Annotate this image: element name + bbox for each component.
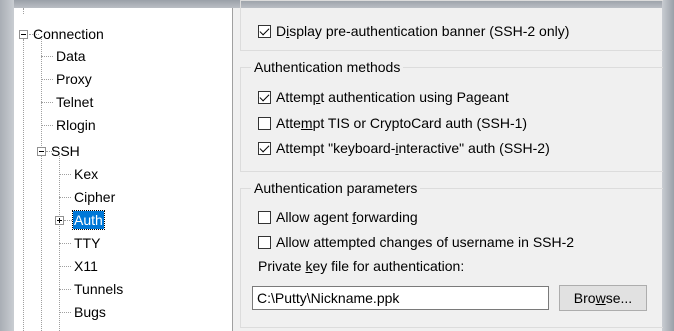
tree-connector [64,220,72,221]
username-changes-label: Allow attempted changes of username in S… [276,234,575,250]
tree-connector [59,174,71,175]
keyboard-interactive-label: Attempt "keyboard-interactive" auth (SSH… [276,140,550,156]
display-banner-label: Display pre-authentication banner (SSH-2… [276,23,570,39]
tree-item-cipher[interactable]: Cipher [73,188,116,206]
tree-connector [23,39,24,331]
private-key-input[interactable]: C:\Putty\Nickname.ppk [252,286,549,310]
pageant-checkbox[interactable] [258,90,271,104]
tree-item-bugs[interactable]: Bugs [73,303,107,321]
auth-params-title: Authentication parameters [251,179,421,197]
collapse-connection-icon[interactable] [19,30,28,39]
private-key-label: Private key file for authentication: [258,258,465,274]
tree-item-auth[interactable]: Auth [72,210,105,230]
tree-connector [41,156,42,331]
tree-connector [59,266,71,267]
tree-connector [41,56,53,57]
tree-connector [23,8,24,14]
username-changes-option[interactable]: Allow attempted changes of username in S… [258,233,574,251]
tree-item-connection[interactable]: Connection [32,25,105,43]
tree-item-tunnels[interactable]: Tunnels [73,280,124,298]
display-banner-option[interactable]: Display pre-authentication banner (SSH-2… [258,22,569,40]
window-shadow-right [662,0,674,331]
tree-item-kex[interactable]: Kex [73,165,99,183]
tree-item-proxy[interactable]: Proxy [55,70,93,88]
category-tree[interactable]: Connection Data Proxy Telnet Rlogin SSH … [14,8,233,331]
tree-item-tty[interactable]: TTY [73,234,101,252]
tree-connector [41,79,53,80]
tree-connector [59,243,71,244]
display-banner-checkbox[interactable] [258,24,271,38]
auth-options-panel: Display pre-authentication banner (SSH-2… [233,0,663,331]
auth-methods-title: Authentication methods [251,58,404,76]
agent-forwarding-option[interactable]: Allow agent forwarding [258,208,418,226]
tree-connector [41,125,53,126]
collapse-ssh-icon[interactable] [37,147,46,156]
tree-item-x11[interactable]: X11 [73,257,99,275]
tis-option[interactable]: Attempt TIS or CryptoCard auth (SSH-1) [258,114,527,132]
tree-connector [59,312,71,313]
keyboard-interactive-checkbox[interactable] [258,141,271,155]
pageant-option[interactable]: Attempt authentication using Pageant [258,88,509,106]
tis-label: Attempt TIS or CryptoCard auth (SSH-1) [276,115,528,131]
expand-auth-icon[interactable] [55,216,64,225]
tree-item-telnet[interactable]: Telnet [55,93,94,111]
tree-connector [59,197,71,198]
window-shadow-left [0,0,14,331]
username-changes-checkbox[interactable] [258,235,271,249]
tis-checkbox[interactable] [258,116,271,130]
tree-item-data[interactable]: Data [55,47,87,65]
tree-connector [41,102,53,103]
tree-item-ssh[interactable]: SSH [50,142,81,160]
pageant-label: Attempt authentication using Pageant [276,89,509,105]
agent-forwarding-checkbox[interactable] [258,210,271,224]
agent-forwarding-label: Allow agent forwarding [276,209,418,225]
browse-button[interactable]: Browse... [559,285,647,311]
keyboard-interactive-option[interactable]: Attempt "keyboard-interactive" auth (SSH… [258,139,550,157]
tree-item-rlogin[interactable]: Rlogin [55,116,97,134]
tree-connector [59,289,71,290]
